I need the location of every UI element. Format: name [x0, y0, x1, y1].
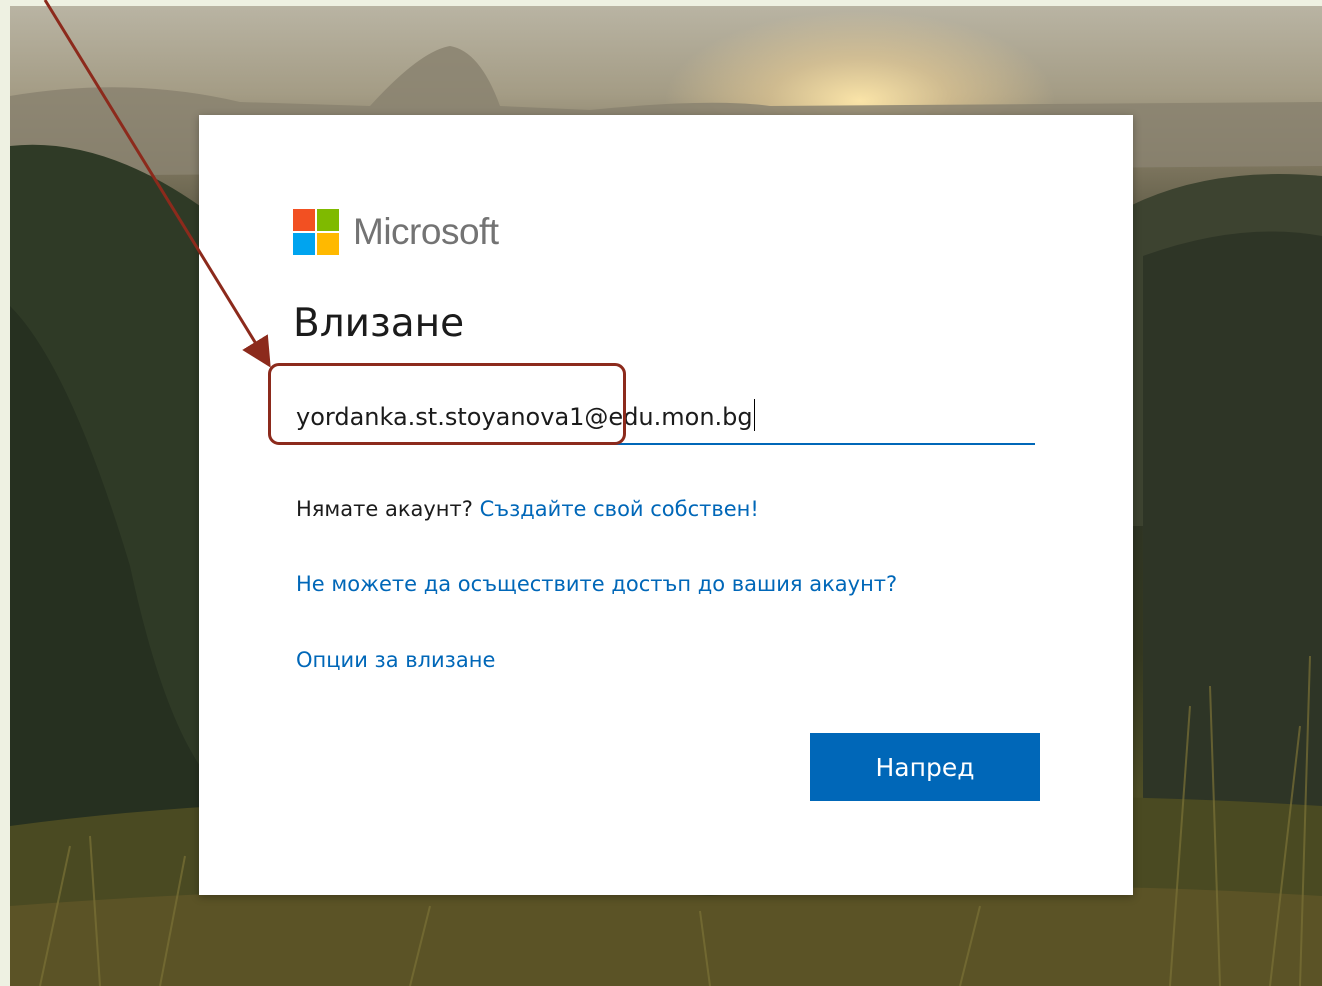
no-account-row: Нямате акаунт? Създайте свой собствен! — [296, 497, 759, 521]
microsoft-wordmark: Microsoft — [353, 211, 499, 252]
email-domain: @edu.mon.bg — [584, 403, 753, 431]
signin-card: Microsoft Влизане yordanka.st.stoyanova1… — [199, 115, 1133, 895]
microsoft-logo-icon — [293, 209, 339, 255]
logo-square-yellow — [317, 233, 339, 255]
text-caret — [753, 399, 755, 431]
no-account-text: Нямате акаунт? — [296, 497, 473, 521]
logo-square-blue — [293, 233, 315, 255]
signin-options-link[interactable]: Опции за влизане — [296, 648, 495, 672]
email-username: yordanka.st.stoyanova1 — [296, 403, 585, 431]
page-title: Влизане — [293, 301, 465, 346]
email-input[interactable]: yordanka.st.stoyanova1@edu.mon.bg — [296, 393, 1035, 445]
next-button[interactable]: Напред — [810, 733, 1040, 801]
cant-access-link[interactable]: Не можете да осъществите достъп до вашия… — [296, 572, 897, 596]
logo-square-green — [317, 209, 339, 231]
signin-options-row: Опции за влизане — [296, 648, 495, 672]
create-account-link[interactable]: Създайте свой собствен! — [480, 497, 759, 521]
logo-square-red — [293, 209, 315, 231]
microsoft-logo: Microsoft — [293, 209, 499, 255]
cant-access-row: Не можете да осъществите достъп до вашия… — [296, 572, 897, 596]
